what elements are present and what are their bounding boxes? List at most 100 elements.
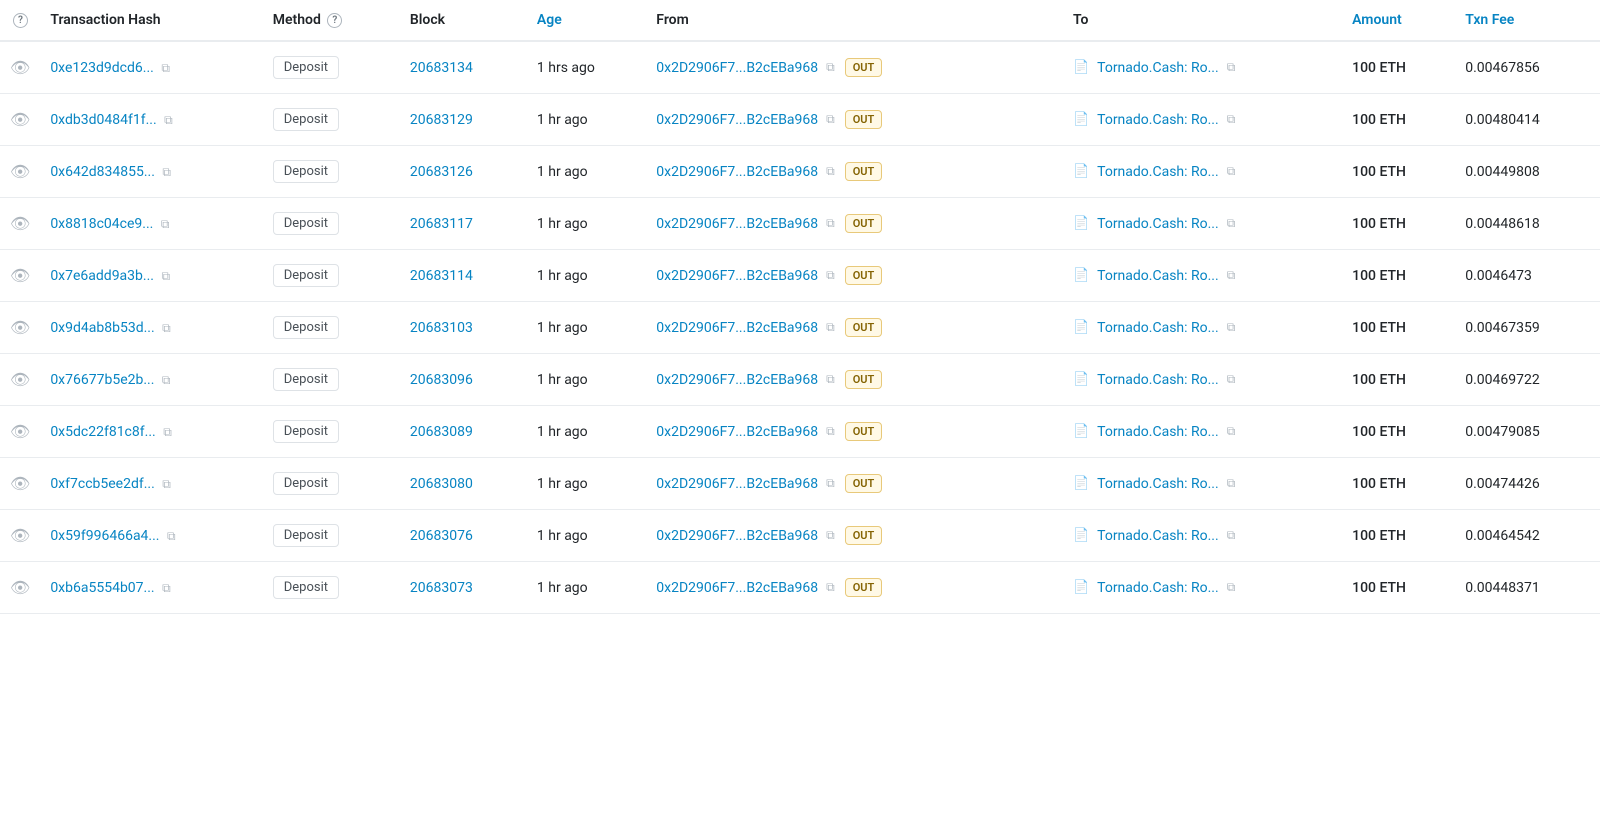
block-link[interactable]: 20683126 [410, 164, 473, 180]
copy-tx-hash-icon[interactable]: ⧉ [167, 529, 176, 543]
copy-from-icon[interactable]: ⧉ [826, 60, 835, 75]
copy-to-icon[interactable]: ⧉ [1227, 268, 1236, 283]
eye-icon[interactable]: 👁 [10, 162, 30, 181]
copy-tx-hash-icon[interactable]: ⧉ [162, 321, 171, 335]
copy-tx-hash-icon[interactable]: ⧉ [164, 113, 173, 127]
copy-from-icon[interactable]: ⧉ [826, 164, 835, 179]
block-cell: 20683076 [400, 510, 527, 562]
to-cell: 📄 Tornado.Cash: Ro... ⧉ [1063, 250, 1342, 302]
tx-hash-link[interactable]: 0x642d834855... [50, 164, 155, 180]
copy-tx-hash-icon[interactable]: ⧉ [162, 581, 171, 595]
from-address-link[interactable]: 0x2D2906F7...B2cEBa968 [656, 528, 818, 544]
copy-tx-hash-icon[interactable]: ⧉ [162, 373, 171, 387]
eye-icon[interactable]: 👁 [10, 370, 30, 389]
copy-tx-hash-icon[interactable]: ⧉ [163, 425, 172, 439]
copy-from-icon[interactable]: ⧉ [826, 320, 835, 335]
tx-hash-link[interactable]: 0x7e6add9a3b... [50, 268, 154, 284]
to-address-link[interactable]: Tornado.Cash: Ro... [1097, 372, 1219, 388]
eye-icon[interactable]: 👁 [10, 578, 30, 597]
age-text: 1 hr ago [537, 528, 588, 544]
from-address-link[interactable]: 0x2D2906F7...B2cEBa968 [656, 268, 818, 284]
copy-tx-hash-icon[interactable]: ⧉ [162, 477, 171, 491]
copy-to-icon[interactable]: ⧉ [1227, 216, 1236, 231]
eye-icon[interactable]: 👁 [10, 58, 30, 77]
copy-to-icon[interactable]: ⧉ [1227, 164, 1236, 179]
from-cell: 0x2D2906F7...B2cEBa968 ⧉ OUT [646, 250, 1023, 302]
eye-icon[interactable]: 👁 [10, 474, 30, 493]
eye-icon[interactable]: 👁 [10, 110, 30, 129]
tx-hash-link[interactable]: 0xf7ccb5ee2df... [50, 476, 155, 492]
copy-from-icon[interactable]: ⧉ [826, 372, 835, 387]
method-help-icon[interactable]: ? [327, 13, 342, 28]
block-link[interactable]: 20683076 [410, 528, 473, 544]
copy-from-icon[interactable]: ⧉ [826, 216, 835, 231]
tx-hash-link[interactable]: 0xb6a5554b07... [50, 580, 154, 596]
to-address-link[interactable]: Tornado.Cash: Ro... [1097, 424, 1219, 440]
copy-to-icon[interactable]: ⧉ [1227, 476, 1236, 491]
copy-from-icon[interactable]: ⧉ [826, 476, 835, 491]
block-link[interactable]: 20683117 [410, 216, 473, 232]
block-link[interactable]: 20683129 [410, 112, 473, 128]
block-link[interactable]: 20683080 [410, 476, 473, 492]
copy-from-icon[interactable]: ⧉ [826, 268, 835, 283]
copy-from-icon[interactable]: ⧉ [826, 424, 835, 439]
copy-to-icon[interactable]: ⧉ [1227, 580, 1236, 595]
from-address-link[interactable]: 0x2D2906F7...B2cEBa968 [656, 60, 818, 76]
from-address-link[interactable]: 0x2D2906F7...B2cEBa968 [656, 476, 818, 492]
amount-value: 100 ETH [1352, 60, 1406, 76]
to-address-link[interactable]: Tornado.Cash: Ro... [1097, 164, 1219, 180]
from-address-link[interactable]: 0x2D2906F7...B2cEBa968 [656, 424, 818, 440]
tx-hash-link[interactable]: 0xdb3d0484f1f... [50, 112, 156, 128]
from-address-link[interactable]: 0x2D2906F7...B2cEBa968 [656, 112, 818, 128]
copy-from-icon[interactable]: ⧉ [826, 528, 835, 543]
to-address-link[interactable]: Tornado.Cash: Ro... [1097, 476, 1219, 492]
to-address-link[interactable]: Tornado.Cash: Ro... [1097, 268, 1219, 284]
copy-to-icon[interactable]: ⧉ [1227, 372, 1236, 387]
eye-icon[interactable]: 👁 [10, 526, 30, 545]
copy-from-icon[interactable]: ⧉ [826, 112, 835, 127]
copy-tx-hash-icon[interactable]: ⧉ [161, 269, 170, 283]
to-address-link[interactable]: Tornado.Cash: Ro... [1097, 60, 1219, 76]
eye-help-icon[interactable]: ? [13, 13, 28, 28]
tx-hash-link[interactable]: 0x76677b5e2b... [50, 372, 154, 388]
eye-icon[interactable]: 👁 [10, 214, 30, 233]
fee-cell: 0.00474426 [1455, 458, 1600, 510]
copy-tx-hash-icon[interactable]: ⧉ [161, 217, 170, 231]
tx-hash-link[interactable]: 0xe123d9dcd6... [50, 60, 154, 76]
block-cell: 20683103 [400, 302, 527, 354]
block-link[interactable]: 20683073 [410, 580, 473, 596]
copy-tx-hash-icon[interactable]: ⧉ [161, 61, 170, 75]
eye-icon[interactable]: 👁 [10, 266, 30, 285]
copy-to-icon[interactable]: ⧉ [1227, 424, 1236, 439]
block-link[interactable]: 20683134 [410, 60, 473, 76]
to-address-link[interactable]: Tornado.Cash: Ro... [1097, 320, 1219, 336]
copy-tx-hash-icon[interactable]: ⧉ [162, 165, 171, 179]
method-cell: Deposit [263, 250, 400, 302]
copy-from-icon[interactable]: ⧉ [826, 580, 835, 595]
eye-icon[interactable]: 👁 [10, 318, 30, 337]
block-link[interactable]: 20683096 [410, 372, 473, 388]
direction-badge: OUT [845, 370, 883, 389]
from-address-link[interactable]: 0x2D2906F7...B2cEBa968 [656, 320, 818, 336]
copy-to-icon[interactable]: ⧉ [1227, 60, 1236, 75]
copy-to-icon[interactable]: ⧉ [1227, 528, 1236, 543]
tx-hash-link[interactable]: 0x9d4ab8b53d... [50, 320, 154, 336]
tx-hash-link[interactable]: 0x5dc22f81c8f... [50, 424, 155, 440]
from-address-link[interactable]: 0x2D2906F7...B2cEBa968 [656, 372, 818, 388]
block-link[interactable]: 20683114 [410, 268, 473, 284]
to-address-link[interactable]: Tornado.Cash: Ro... [1097, 112, 1219, 128]
eye-icon[interactable]: 👁 [10, 422, 30, 441]
to-address-link[interactable]: Tornado.Cash: Ro... [1097, 580, 1219, 596]
block-link[interactable]: 20683103 [410, 320, 473, 336]
from-address-link[interactable]: 0x2D2906F7...B2cEBa968 [656, 164, 818, 180]
to-address-link[interactable]: Tornado.Cash: Ro... [1097, 216, 1219, 232]
from-address-link[interactable]: 0x2D2906F7...B2cEBa968 [656, 216, 818, 232]
tx-hash-link[interactable]: 0x59f996466a4... [50, 528, 159, 544]
doc-icon: 📄 [1073, 528, 1089, 543]
block-link[interactable]: 20683089 [410, 424, 473, 440]
copy-to-icon[interactable]: ⧉ [1227, 320, 1236, 335]
to-address-link[interactable]: Tornado.Cash: Ro... [1097, 528, 1219, 544]
copy-to-icon[interactable]: ⧉ [1227, 112, 1236, 127]
from-address-link[interactable]: 0x2D2906F7...B2cEBa968 [656, 580, 818, 596]
tx-hash-link[interactable]: 0x8818c04ce9... [50, 216, 153, 232]
